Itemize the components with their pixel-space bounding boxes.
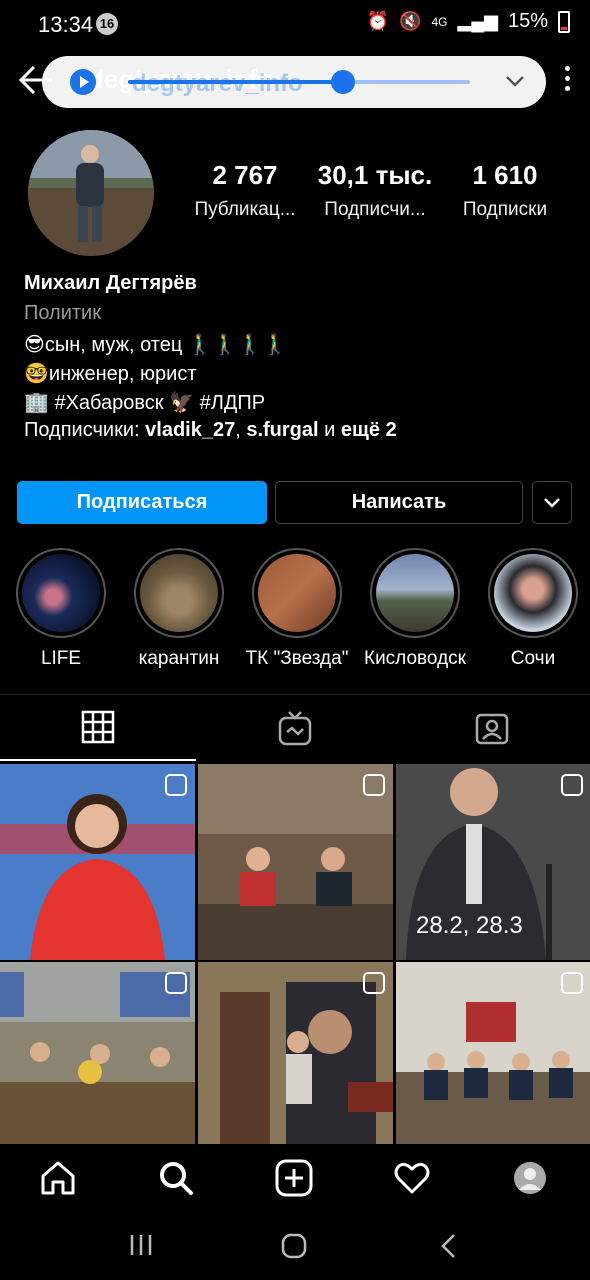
- multi-post-icon: [363, 972, 385, 994]
- highlight-cover: [140, 554, 218, 632]
- profile-tabs: [0, 694, 590, 761]
- username-under-overlay: degtyarev_info: [132, 70, 303, 98]
- media-seek-handle[interactable]: [331, 70, 356, 94]
- stat-posts-value: 2 767: [212, 160, 278, 190]
- igtv-badge-icon: [165, 774, 187, 796]
- tab-posts[interactable]: [0, 695, 196, 761]
- activity-icon[interactable]: [392, 1158, 432, 1198]
- highlight-label: Кисловодск: [364, 648, 466, 669]
- profile-full-name: Михаил Дегтярёв: [24, 272, 197, 294]
- bio-line-3[interactable]: 🏢 #Хабаровск 🦅 #ЛДПР: [24, 390, 574, 419]
- new-post-icon[interactable]: [274, 1158, 314, 1198]
- profile-bio: Михаил Дегтярёв Политик 😎сын, муж, отец …: [24, 272, 574, 449]
- highlight-label: Сочи: [510, 648, 556, 669]
- avatar-image: [28, 130, 154, 256]
- profile-category: Политик: [24, 302, 101, 324]
- highlight-cover: [258, 554, 336, 632]
- recent-apps-icon[interactable]: [128, 1232, 154, 1258]
- highlight-cover: [376, 554, 454, 632]
- profile-avatar-icon[interactable]: [510, 1158, 550, 1198]
- highlight-label: LIFE: [40, 648, 82, 669]
- highlight-label: карантин: [138, 648, 220, 669]
- highlight-item[interactable]: LIFE: [2, 548, 120, 670]
- multi-post-icon: [165, 972, 187, 994]
- post-thumbnail[interactable]: [0, 962, 195, 1158]
- mute-icon: 🔇: [399, 11, 422, 31]
- stat-following-label: Подписки: [462, 199, 548, 220]
- grid-icon: [81, 710, 115, 744]
- media-player-overlay[interactable]: degtyarev_info: [42, 56, 546, 108]
- battery-percent: 15%: [507, 10, 548, 32]
- media-progress-fill: [128, 80, 344, 84]
- mutual-followers-prefix: Подписчики:: [24, 419, 146, 441]
- post-caption-overlay: 28.2, 28.3: [416, 912, 523, 939]
- bio-line-1: 😎сын, муж, отец 🚶‍♂️🚶‍♂️🚶‍♂️🚶‍♂️: [24, 334, 288, 356]
- highlight-item[interactable]: Сочи: [474, 548, 590, 670]
- status-time: 13:34: [38, 12, 94, 37]
- mutual-follower-2: s.furgal: [246, 419, 319, 441]
- post-thumbnail[interactable]: [198, 764, 393, 960]
- igtv-badge-icon: [561, 774, 583, 796]
- follow-button[interactable]: Подписаться: [17, 481, 267, 524]
- igtv-icon: [278, 711, 312, 746]
- network-type: 4G: [431, 14, 448, 29]
- stat-following-value: 1 610: [472, 160, 538, 190]
- profile-header: degtyarev_info degtyarev_info: [0, 48, 590, 116]
- tagged-icon: [475, 713, 509, 745]
- highlight-label: ТК "Звезда": [245, 648, 349, 669]
- tab-igtv[interactable]: [197, 695, 393, 761]
- highlight-item[interactable]: карантин: [120, 548, 238, 670]
- signal-icon: ▂▄▆: [457, 11, 498, 31]
- profile-stats: 2 767 Публикац... 30,1 тыс. Подписчи... …: [180, 160, 570, 221]
- bottom-navigation: [0, 1144, 590, 1210]
- search-icon[interactable]: [156, 1158, 196, 1198]
- stat-followers[interactable]: 30,1 тыс. Подписчи...: [310, 160, 440, 221]
- mutual-followers-more: ещё 2: [340, 419, 397, 441]
- multi-post-icon: [363, 774, 385, 796]
- more-options-icon[interactable]: [562, 66, 572, 100]
- notification-count-badge: 16: [96, 13, 118, 35]
- story-highlights: LIFE карантин ТК "Звезда" Кисловодск Соч…: [0, 548, 590, 678]
- tab-tagged[interactable]: [394, 695, 590, 761]
- highlight-cover: [494, 554, 572, 632]
- play-icon[interactable]: [70, 69, 96, 95]
- highlight-cover: [22, 554, 100, 632]
- media-seek-bar[interactable]: [128, 70, 470, 94]
- post-thumbnail[interactable]: [198, 962, 393, 1158]
- mutual-followers-separator: ,: [235, 419, 247, 441]
- stat-posts-label: Публикац...: [194, 199, 296, 220]
- post-thumbnail[interactable]: [0, 764, 195, 960]
- post-thumbnail[interactable]: [396, 962, 590, 1158]
- stat-followers-value: 30,1 тыс.: [317, 160, 433, 190]
- profile-avatar[interactable]: [28, 130, 154, 256]
- posts-grid: 28.2, 28.3: [0, 764, 590, 1144]
- message-button[interactable]: Написать: [275, 481, 523, 524]
- mutual-follower-1: vladik_27: [145, 419, 236, 441]
- multi-post-icon: [561, 972, 583, 994]
- stat-posts[interactable]: 2 767 Публикац...: [180, 160, 310, 221]
- highlight-item[interactable]: ТК "Звезда": [238, 548, 356, 670]
- stat-followers-label: Подписчи...: [324, 199, 426, 220]
- chevron-down-icon[interactable]: [504, 70, 526, 92]
- system-back-icon[interactable]: [438, 1232, 460, 1260]
- stat-following[interactable]: 1 610 Подписки: [440, 160, 570, 221]
- chevron-down-icon: [544, 498, 560, 508]
- post-thumbnail[interactable]: 28.2, 28.3: [396, 764, 590, 960]
- home-icon[interactable]: [38, 1158, 78, 1198]
- bio-line-2: 🤓инженер, юрист: [24, 363, 197, 385]
- home-button-icon[interactable]: [280, 1232, 308, 1260]
- battery-icon: [558, 10, 570, 33]
- status-icons: ⏰ 🔇 4G ▂▄▆ 15%: [367, 10, 570, 33]
- system-navigation-bar: [0, 1210, 590, 1280]
- status-bar: 13:34 16 ⏰ 🔇 4G ▂▄▆ 15%: [0, 0, 590, 48]
- highlight-item[interactable]: Кисловодск: [356, 548, 474, 670]
- suggested-accounts-button[interactable]: [532, 481, 572, 524]
- alarm-icon: ⏰: [366, 11, 390, 31]
- mutual-followers[interactable]: Подписчики: vladik_27, s.furgal и ещё 2: [24, 419, 574, 449]
- mutual-followers-and: и: [318, 419, 341, 441]
